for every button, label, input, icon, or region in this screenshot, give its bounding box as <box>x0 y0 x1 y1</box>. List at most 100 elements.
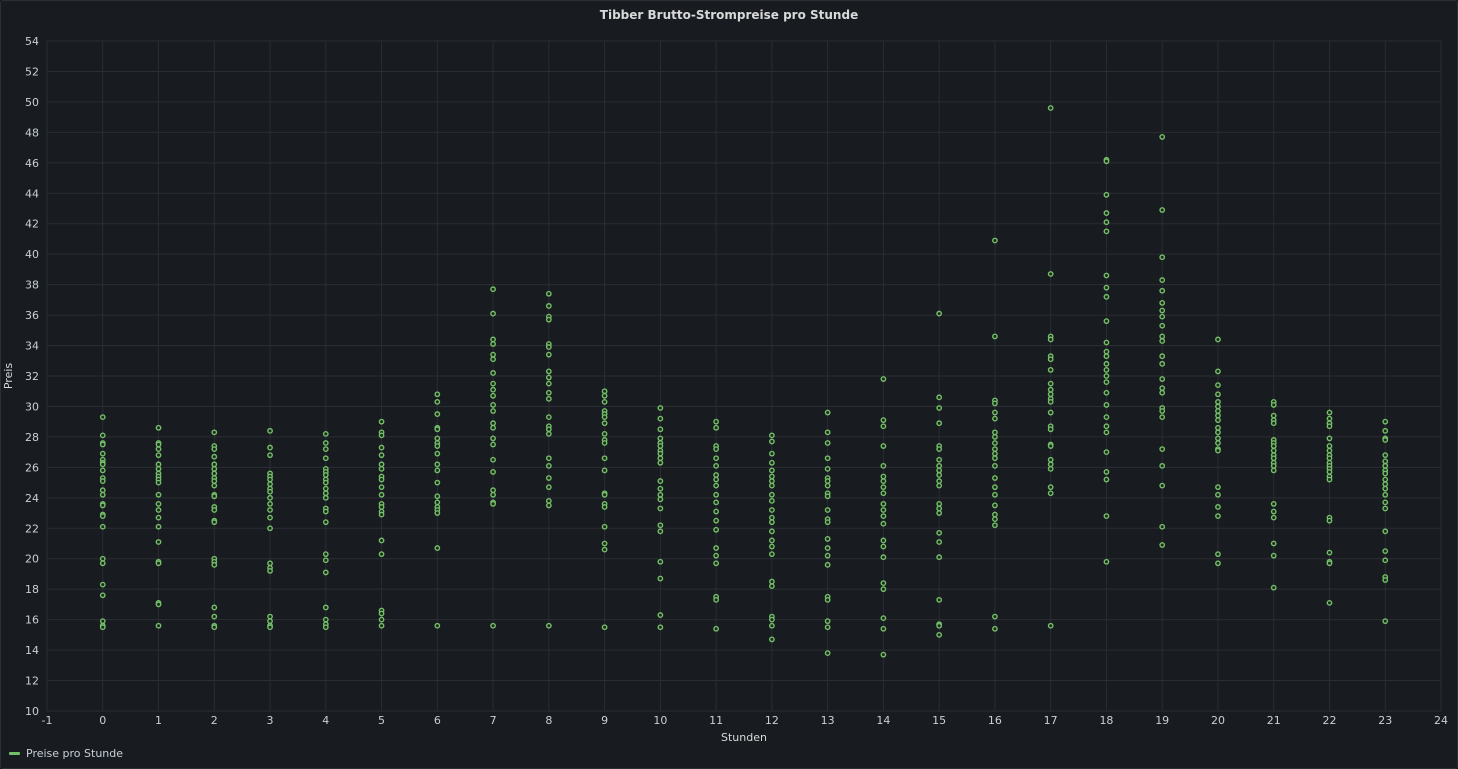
data-point[interactable] <box>267 444 273 451</box>
data-point[interactable] <box>657 496 664 503</box>
data-point[interactable] <box>267 525 273 532</box>
data-point[interactable] <box>1159 408 1166 414</box>
data-point[interactable] <box>936 554 943 561</box>
data-point[interactable] <box>1215 391 1221 398</box>
data-point[interactable] <box>1159 254 1166 261</box>
data-point[interactable] <box>601 455 608 462</box>
data-point[interactable] <box>434 411 441 417</box>
data-point[interactable] <box>1382 462 1389 469</box>
data-point[interactable] <box>211 446 218 452</box>
data-point[interactable] <box>211 604 218 611</box>
data-point[interactable] <box>434 510 441 516</box>
data-point[interactable] <box>99 523 106 530</box>
data-point[interactable] <box>936 529 943 536</box>
data-point[interactable] <box>880 520 887 527</box>
data-point[interactable] <box>992 475 998 481</box>
data-point[interactable] <box>768 578 775 585</box>
data-point[interactable] <box>267 452 273 459</box>
data-point[interactable] <box>1159 287 1166 294</box>
data-point[interactable] <box>1103 367 1110 373</box>
data-point[interactable] <box>378 511 385 518</box>
data-point[interactable] <box>1159 207 1166 213</box>
data-point[interactable] <box>768 478 775 484</box>
data-point[interactable] <box>601 540 608 547</box>
data-point[interactable] <box>490 392 496 399</box>
data-point[interactable] <box>490 402 496 408</box>
data-point[interactable] <box>713 526 720 533</box>
data-point[interactable] <box>768 497 775 504</box>
data-point[interactable] <box>880 580 887 586</box>
data-point[interactable] <box>1382 528 1389 535</box>
data-point[interactable] <box>545 395 552 402</box>
data-point[interactable] <box>322 479 329 486</box>
data-point[interactable] <box>211 561 218 568</box>
data-point[interactable] <box>1103 348 1110 355</box>
data-point[interactable] <box>657 522 664 529</box>
data-point[interactable] <box>1215 504 1221 510</box>
data-point[interactable] <box>713 560 720 567</box>
data-point[interactable] <box>99 461 106 468</box>
data-point[interactable] <box>322 455 329 462</box>
data-point[interactable] <box>155 479 162 486</box>
data-point[interactable] <box>490 491 496 498</box>
data-point[interactable] <box>768 467 775 474</box>
data-point[interactable] <box>1159 446 1166 452</box>
data-point[interactable] <box>768 636 775 643</box>
data-point[interactable] <box>155 465 162 472</box>
data-point[interactable] <box>211 613 218 620</box>
data-point[interactable] <box>378 418 385 425</box>
data-point[interactable] <box>713 545 720 551</box>
data-point[interactable] <box>1382 505 1389 512</box>
data-point[interactable] <box>768 537 775 544</box>
data-point[interactable] <box>1215 424 1221 431</box>
data-point[interactable] <box>1270 467 1277 474</box>
data-point[interactable] <box>657 415 664 422</box>
data-point[interactable] <box>601 388 608 395</box>
data-point[interactable] <box>657 528 664 535</box>
data-point[interactable] <box>1382 577 1389 583</box>
data-point[interactable] <box>824 536 831 542</box>
data-point[interactable] <box>657 505 664 512</box>
data-point[interactable] <box>545 414 552 421</box>
data-point[interactable] <box>1103 513 1110 519</box>
data-point[interactable] <box>155 424 162 431</box>
data-point[interactable] <box>490 501 496 507</box>
data-point[interactable] <box>1159 333 1166 340</box>
data-point[interactable] <box>657 558 664 565</box>
data-point[interactable] <box>992 434 998 440</box>
data-point[interactable] <box>1159 376 1166 382</box>
data-point[interactable] <box>657 405 664 411</box>
data-points[interactable] <box>99 105 1389 658</box>
data-point[interactable] <box>545 351 552 358</box>
data-point[interactable] <box>992 522 998 529</box>
data-point[interactable] <box>601 523 608 530</box>
data-point[interactable] <box>992 462 998 469</box>
data-point[interactable] <box>322 485 329 492</box>
data-point[interactable] <box>1047 426 1054 433</box>
data-point[interactable] <box>601 504 608 510</box>
data-point[interactable] <box>490 386 496 393</box>
data-point[interactable] <box>545 368 552 375</box>
data-point[interactable] <box>768 616 775 623</box>
data-point[interactable] <box>768 622 775 629</box>
data-point[interactable] <box>99 555 106 562</box>
data-point[interactable] <box>378 491 385 498</box>
data-point[interactable] <box>378 537 385 544</box>
data-point[interactable] <box>545 455 552 462</box>
data-point[interactable] <box>880 543 887 550</box>
data-point[interactable] <box>99 441 106 448</box>
data-point[interactable] <box>1326 423 1333 430</box>
data-point[interactable] <box>322 624 329 631</box>
data-point[interactable] <box>322 604 329 611</box>
data-point[interactable] <box>1103 379 1110 385</box>
data-point[interactable] <box>1159 462 1166 469</box>
data-point[interactable] <box>1159 353 1166 360</box>
data-point[interactable] <box>322 446 329 452</box>
data-point[interactable] <box>211 465 218 472</box>
data-point[interactable] <box>936 539 943 545</box>
data-point[interactable] <box>211 507 218 513</box>
data-point[interactable] <box>824 618 831 625</box>
data-point[interactable] <box>713 424 720 431</box>
data-point[interactable] <box>322 616 329 623</box>
data-point[interactable] <box>267 476 273 483</box>
